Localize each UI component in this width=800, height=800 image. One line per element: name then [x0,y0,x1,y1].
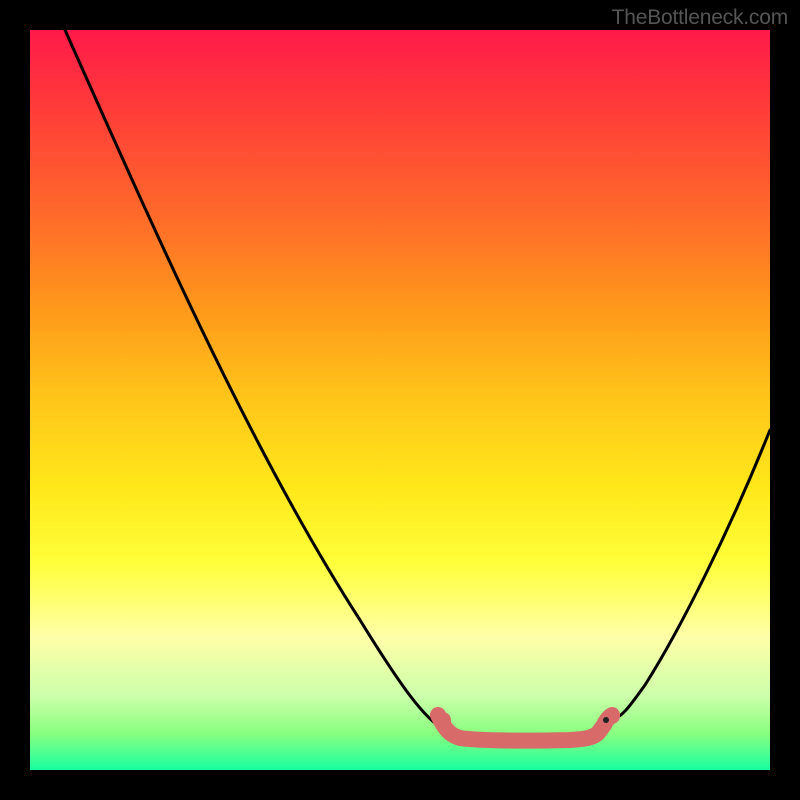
bottleneck-curve [65,30,770,737]
chart-frame: TheBottleneck.com [0,0,800,800]
watermark-label: TheBottleneck.com [612,6,788,30]
optimal-zone-highlight [438,715,612,741]
marker-dot-icon [603,717,609,723]
curve-svg [30,30,770,770]
optimal-start-dot [435,712,451,728]
chart-plot-area [30,30,770,770]
